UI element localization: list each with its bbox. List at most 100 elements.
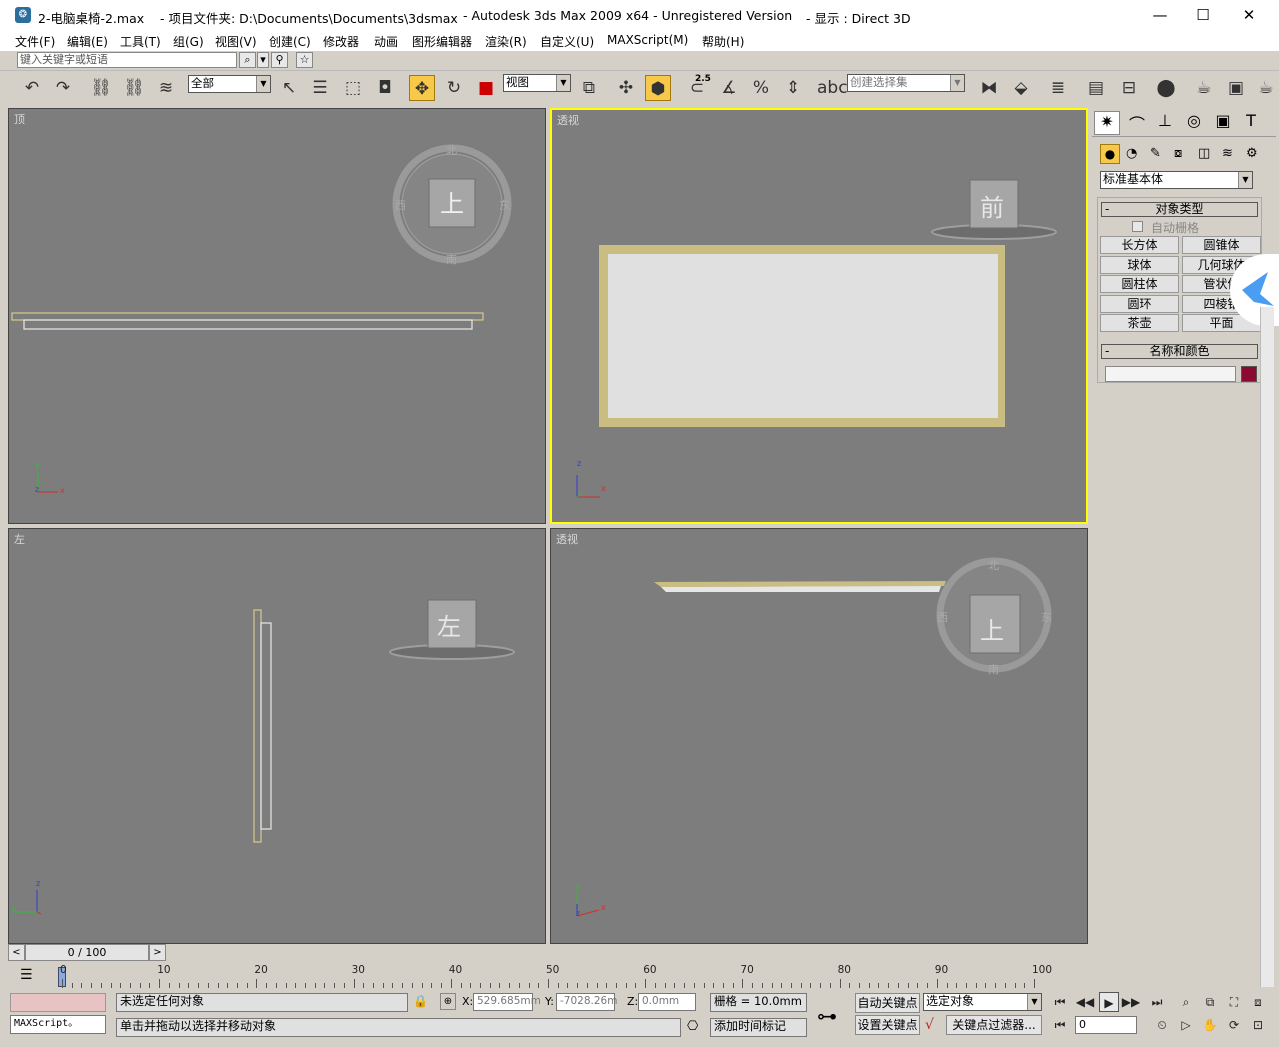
add-time-tag[interactable]: 添加时间标记 [710,1018,807,1037]
edit-named-selection-icon[interactable]: abc [817,75,848,101]
menu-create[interactable]: 创建(C) [269,33,311,50]
menu-tools[interactable]: 工具(T) [120,33,161,50]
time-tag-icon[interactable]: ⎔ [687,1019,698,1034]
maxscript-listener-pink[interactable] [10,993,106,1012]
next-frame-icon[interactable]: ▶▶ [1121,992,1141,1012]
menu-maxscript[interactable]: MAXScript(M) [607,33,688,47]
y-coordinate-field[interactable]: -7028.26m [556,993,617,1011]
primitive-type-dropdown[interactable]: 标准基本体 ▼ [1100,171,1253,189]
shapes-icon[interactable]: ◔ [1126,146,1137,161]
viewcube-label[interactable]: 左 [437,607,461,642]
unlink-icon[interactable]: ⛓ [121,75,147,101]
select-and-rotate-icon[interactable]: ↻ [441,75,467,101]
zoom-extents-all-icon[interactable]: ⧈ [1248,992,1268,1012]
keyboard-shortcut-override-icon[interactable]: ⬢ [645,75,671,101]
material-editor-icon[interactable]: ⬤ [1153,75,1179,101]
current-frame-field[interactable]: 0 [1075,1016,1137,1034]
z-coordinate-field[interactable]: 0.0mm [638,993,696,1011]
time-slider[interactable]: < 0 / 100 > [0,943,1090,963]
time-slider-frame[interactable]: 0 / 100 [25,944,149,961]
lock-selection-icon[interactable]: 🔒 [413,994,428,1008]
pivot-center-icon[interactable]: ⧉ [576,75,602,101]
panel-scrollbar[interactable] [1260,307,1274,987]
maximize-button[interactable]: ☐ [1193,6,1213,24]
rendered-frame-window-icon[interactable]: ▣ [1223,75,1249,101]
menu-views[interactable]: 视图(V) [215,33,257,50]
key-icon[interactable]: ⊶ [817,1004,837,1028]
render-setup-icon[interactable]: ☕ [1191,75,1217,101]
helpers-icon[interactable]: ◫ [1198,146,1210,161]
autogrid-checkbox[interactable] [1132,221,1143,232]
viewport-top[interactable]: 顶 上 北 南 东 西 y x z [8,108,546,524]
geometry-icon[interactable]: ● [1100,144,1120,164]
time-slider-next-icon[interactable]: > [149,944,166,961]
field-of-view-icon[interactable]: ▷ [1176,1015,1196,1035]
viewport-perspective[interactable]: 透视 上 北 南 东 西 y x z [550,528,1088,944]
undo-icon[interactable]: ↶ [19,75,45,101]
favorites-icon[interactable]: ☆ [296,52,313,68]
layer-manager-icon[interactable]: ≣ [1045,75,1071,101]
spinner-snap-icon[interactable]: ⇕ [780,75,806,101]
utilities-tab-icon[interactable]: T [1238,111,1264,135]
window-crossing-icon[interactable]: ◘ [372,75,398,101]
viewport-perspective-active[interactable]: 透视 前 z x [550,108,1088,524]
maxscript-mini-listener[interactable]: MAXScript。 [10,1015,106,1034]
menu-group[interactable]: 组(G) [173,33,204,50]
angle-snap-icon[interactable]: ∡ [716,75,742,101]
systems-icon[interactable]: ⚙ [1246,146,1258,161]
named-selection-dropdown[interactable]: 创建选择集 ▼ [847,74,965,92]
pan-view-icon[interactable]: ✋ [1200,1015,1220,1035]
manipulate-icon[interactable]: ✣ [613,75,639,101]
auto-key-button[interactable]: 自动关键点 [855,993,920,1013]
maximize-viewport-icon[interactable]: ⊡ [1248,1015,1268,1035]
menu-help[interactable]: 帮助(H) [702,33,744,50]
mirror-icon[interactable]: ⧓ [976,75,1002,101]
search-icon[interactable]: ⌕ [239,52,256,68]
rectangular-selection-icon[interactable]: ⬚ [340,75,366,101]
select-by-name-icon[interactable]: ☰ [307,75,333,101]
absolute-mode-icon[interactable]: ⊕ [440,993,456,1010]
curve-editor-icon[interactable]: ▤ [1083,75,1109,101]
select-and-link-icon[interactable]: ⛓ [88,75,114,101]
menu-file[interactable]: 文件(F) [15,33,55,50]
play-icon[interactable]: ▶ [1099,992,1119,1012]
select-object-icon[interactable]: ↖ [276,75,302,101]
create-tab-icon[interactable]: ✷ [1094,111,1120,135]
zoom-extents-icon[interactable]: ⛶ [1224,992,1244,1012]
name-color-header[interactable]: - 名称和颜色 [1101,344,1258,359]
menu-customize[interactable]: 自定义(U) [540,33,594,50]
hierarchy-tab-icon[interactable]: ⊥ [1152,111,1178,135]
zoom-icon[interactable]: ⌕ [1176,992,1196,1012]
object-type-header[interactable]: - 对象类型 [1101,202,1258,217]
object-name-input[interactable] [1105,366,1236,382]
menu-animation[interactable]: 动画 [374,33,398,50]
torus-button[interactable]: 圆环 [1100,295,1179,313]
align-icon[interactable]: ⬙ [1008,75,1034,101]
selection-filter-dropdown[interactable]: 全部 ▼ [188,75,271,93]
set-key-button[interactable]: 设置关键点 [855,1015,920,1035]
orbit-icon[interactable]: ⟳ [1224,1015,1244,1035]
object-color-swatch[interactable] [1241,366,1257,382]
modify-tab-icon[interactable]: ⌒ [1124,111,1150,135]
cameras-icon[interactable]: ⧇ [1174,146,1182,161]
redo-icon[interactable]: ↷ [50,75,76,101]
menu-modifiers[interactable]: 修改器 [323,33,359,50]
schematic-view-icon[interactable]: ⊟ [1116,75,1142,101]
time-configuration-icon[interactable]: ⏲ [1152,1015,1172,1035]
go-to-end-icon[interactable]: ⏭ [1147,992,1167,1012]
key-filters-button[interactable]: 关键点过滤器... [946,1015,1042,1035]
viewcube-label[interactable]: 前 [980,188,1004,223]
lights-icon[interactable]: ✎ [1150,146,1161,161]
menu-edit[interactable]: 编辑(E) [67,33,108,50]
zoom-all-icon[interactable]: ⧉ [1200,992,1220,1012]
quick-render-icon[interactable]: ☕ [1253,75,1279,101]
space-warps-icon[interactable]: ≋ [1222,146,1233,161]
viewcube-label[interactable]: 上 [980,611,1004,646]
minimize-button[interactable]: — [1150,6,1170,24]
motion-tab-icon[interactable]: ◎ [1181,111,1207,135]
teapot-button[interactable]: 茶壶 [1100,314,1179,332]
display-tab-icon[interactable]: ▣ [1210,111,1236,135]
track-bar[interactable]: ☰ 0 10 20 30 40 50 60 70 80 90 100 [0,963,1090,990]
previous-frame-icon[interactable]: ◀◀ [1075,992,1095,1012]
communication-center-icon[interactable]: ⚲ [271,52,288,68]
